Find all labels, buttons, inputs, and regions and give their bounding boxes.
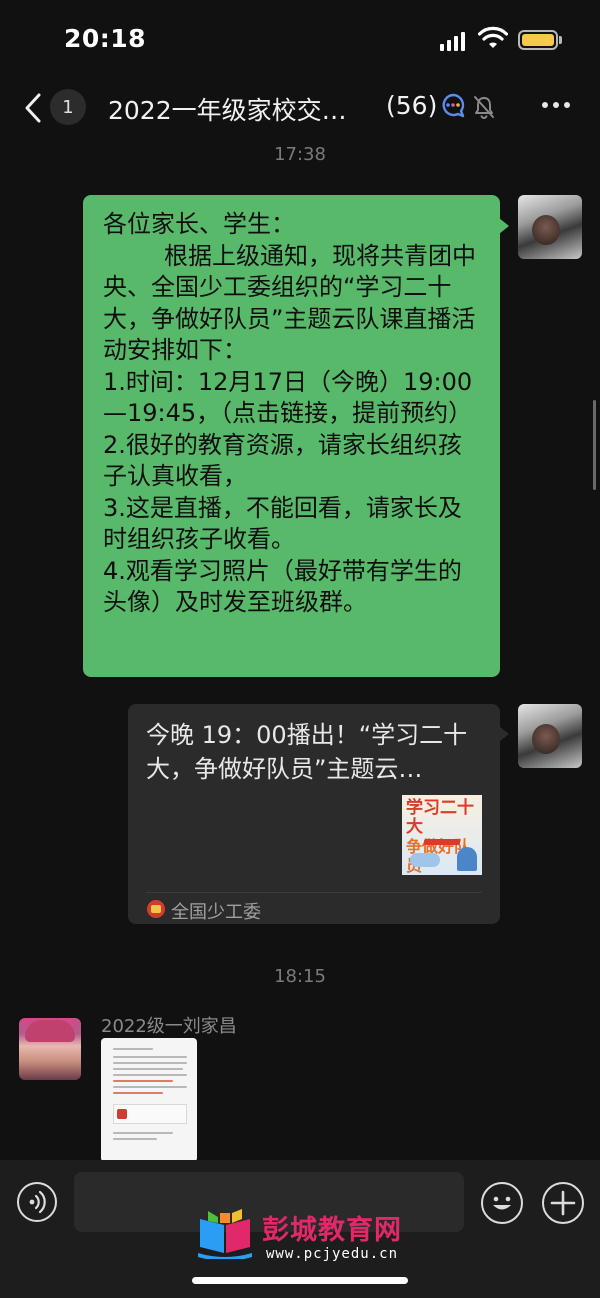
unread-badge[interactable]: 1: [50, 89, 86, 125]
thumbnail-banner: [424, 839, 460, 845]
watermark-logo-icon: [198, 1209, 252, 1259]
more-actions-button[interactable]: [542, 1182, 584, 1224]
link-card-source: 全国少工委: [171, 902, 261, 923]
thumbnail-title: 学习二十大: [406, 798, 474, 837]
avatar[interactable]: [518, 195, 582, 259]
watermark-name: 彭城教育网: [262, 1215, 402, 1246]
group-icon[interactable]: [440, 92, 468, 120]
voice-icon: [29, 1190, 46, 1214]
mute-icon: [474, 96, 494, 119]
message-bubble-outgoing[interactable]: 各位家长、学生： 根据上级通知，现将共青团中央、全国少工委组织的“学习二十大，争…: [83, 195, 500, 677]
back-icon[interactable]: [22, 92, 44, 124]
wifi-icon: [478, 26, 508, 48]
battery-icon: [518, 30, 558, 50]
more-icon[interactable]: [542, 102, 570, 108]
voice-button[interactable]: [17, 1182, 57, 1222]
avatar[interactable]: [518, 704, 582, 768]
member-count: (56): [386, 91, 438, 120]
scrollbar[interactable]: [593, 400, 596, 490]
link-card-divider: [146, 892, 482, 893]
link-card-title: 今晚 19：00播出！“学习二十大，争做好队员”主题云…: [146, 721, 468, 783]
status-time: 20:18: [64, 24, 147, 53]
plus-icon: [550, 1190, 576, 1216]
battery-tip: [559, 36, 562, 44]
watermark-url: www.pcjyedu.cn: [266, 1246, 399, 1262]
thumbnail-cloud: [410, 853, 440, 867]
emoji-button[interactable]: [481, 1182, 523, 1224]
image-embedded-card: [113, 1104, 187, 1124]
signal-icon: [440, 31, 465, 51]
message-timestamp: 17:38: [274, 144, 326, 165]
sender-name: 2022级一刘家昌: [101, 1016, 237, 1037]
message-timestamp: 18:15: [274, 966, 326, 987]
bubble-tail: [499, 726, 509, 742]
image-message[interactable]: [101, 1038, 197, 1162]
thumbnail-figure: [457, 847, 477, 871]
emoji-icon: [493, 1196, 511, 1210]
home-indicator[interactable]: [192, 1277, 408, 1284]
link-card-thumbnail: 学习二十大 争做好队员: [402, 795, 482, 875]
avatar[interactable]: [19, 1018, 81, 1080]
chat-title: 2022一年级家校交流群: [108, 96, 370, 125]
bubble-tail: [499, 218, 509, 234]
source-logo-icon: [147, 900, 165, 918]
